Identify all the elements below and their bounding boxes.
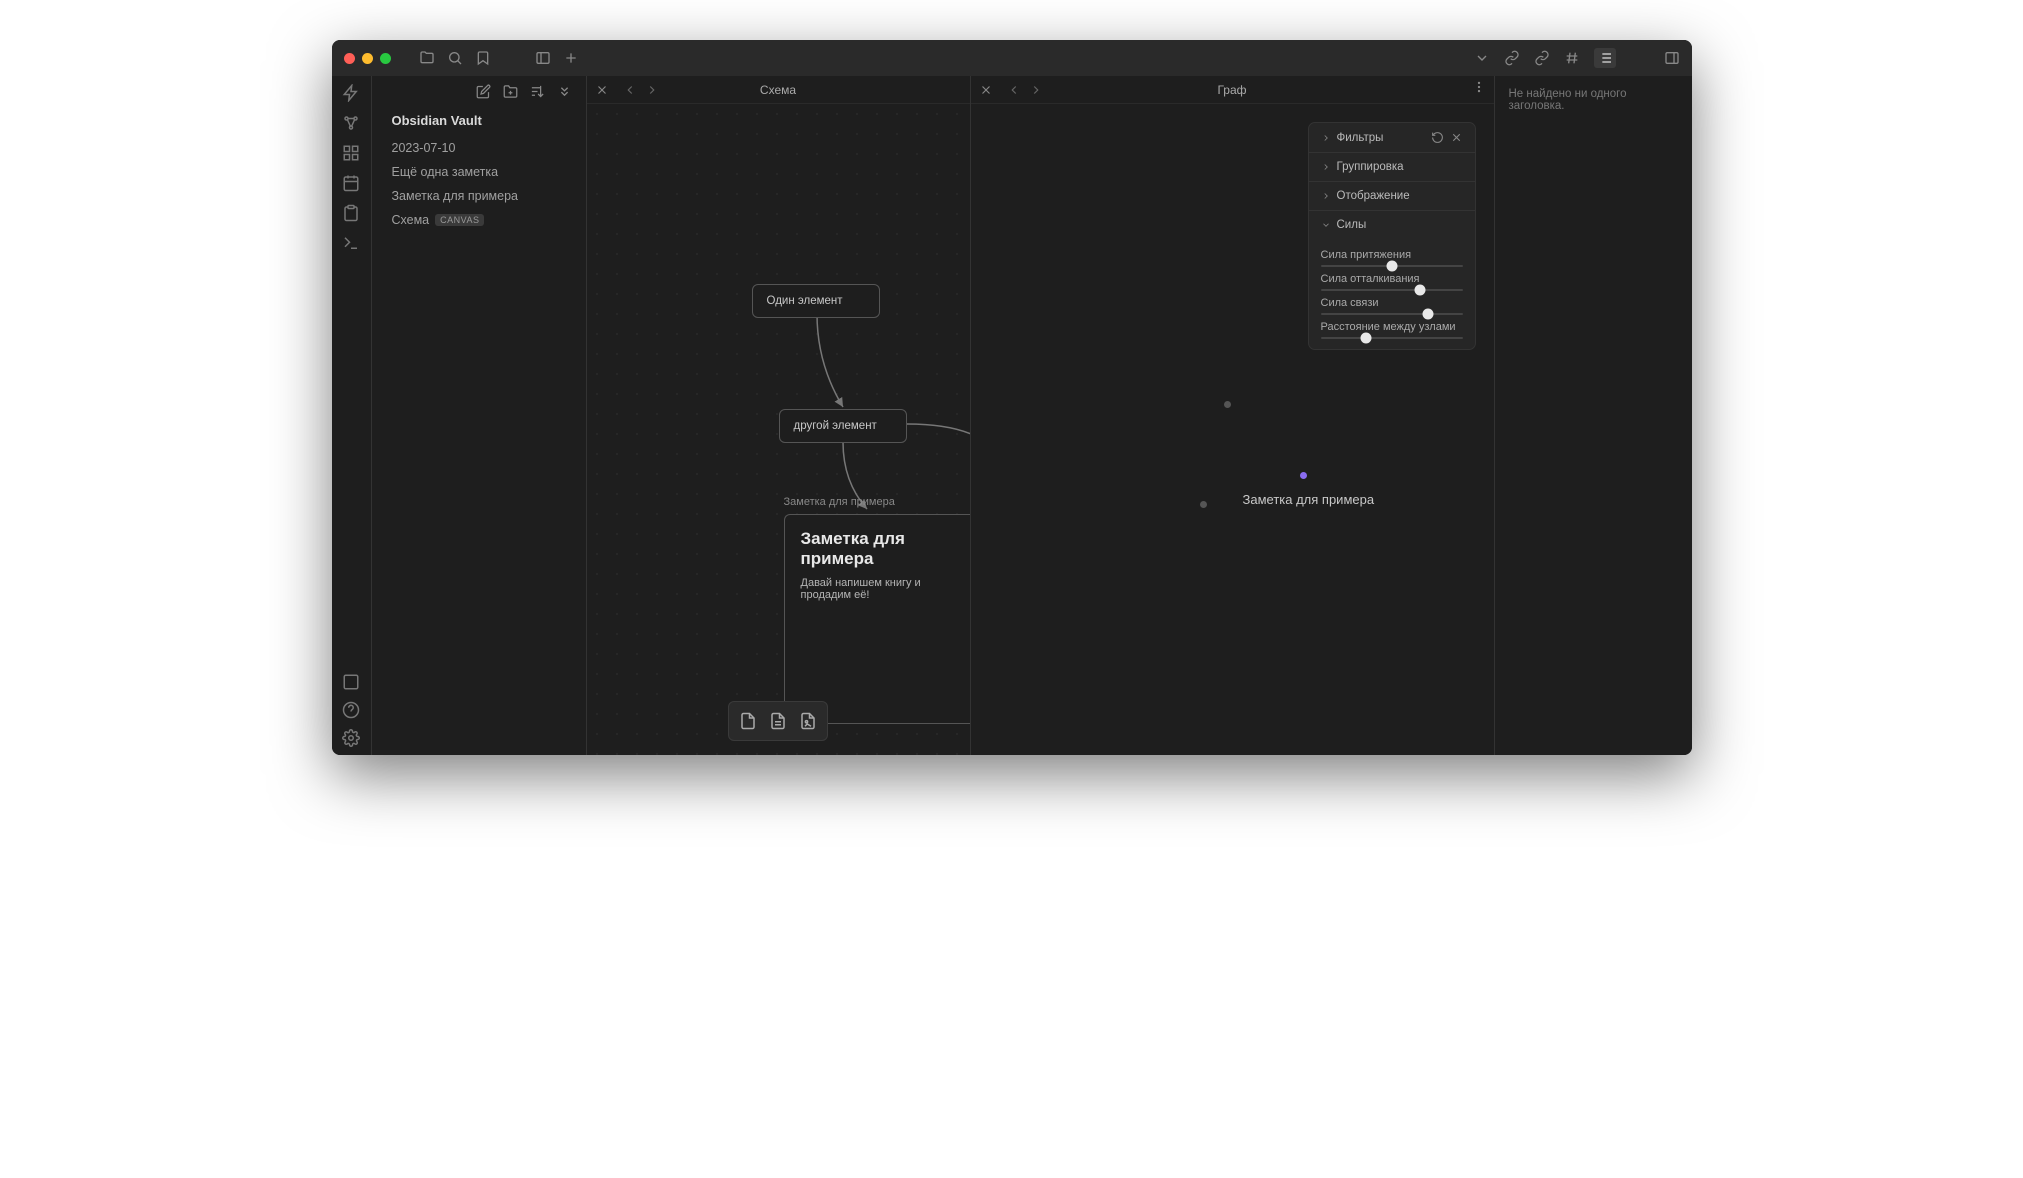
search-icon[interactable] xyxy=(447,50,463,66)
settings-display[interactable]: Отображение xyxy=(1309,182,1475,211)
ribbon xyxy=(332,76,372,755)
forces-body: Сила притяжения Сила отталкивания Сила с… xyxy=(1309,239,1475,349)
graph-node[interactable] xyxy=(1224,401,1231,408)
command-palette-icon[interactable] xyxy=(342,234,360,252)
graph-settings-panel: Фильтры Группировка Отобра xyxy=(1308,122,1476,350)
tab-header: Схема xyxy=(587,76,970,104)
canvas-node[interactable]: Один элемент xyxy=(752,284,880,318)
chevron-down-icon[interactable] xyxy=(1474,50,1490,66)
reset-icon[interactable] xyxy=(1431,131,1444,144)
new-folder-icon[interactable] xyxy=(503,84,518,99)
sidebar-toggle-icon[interactable] xyxy=(535,50,551,66)
vault-title[interactable]: Obsidian Vault xyxy=(372,109,586,132)
app-window: Obsidian Vault 2023-07-10 Ещё одна замет… xyxy=(332,40,1692,755)
graph-pane: Граф Граф Заметка для примера xyxy=(971,76,1494,755)
canvas-pane: Схема Схема Один элемент xyxy=(587,76,971,755)
new-note-icon[interactable] xyxy=(476,84,491,99)
daily-note-icon[interactable] xyxy=(342,174,360,192)
settings-icon[interactable] xyxy=(342,729,360,747)
vault-switcher-icon[interactable] xyxy=(419,50,435,66)
graph-view-icon[interactable] xyxy=(342,114,360,132)
slider-label: Расстояние между узлами xyxy=(1321,321,1463,333)
backlinks-icon[interactable] xyxy=(1504,50,1520,66)
close-settings-icon[interactable] xyxy=(1450,131,1463,144)
settings-filters[interactable]: Фильтры xyxy=(1309,123,1475,153)
main-area: Obsidian Vault 2023-07-10 Ещё одна замет… xyxy=(332,76,1692,755)
add-media-icon[interactable] xyxy=(795,708,821,734)
file-item[interactable]: СхемаCANVAS xyxy=(372,208,586,232)
new-tab-icon[interactable] xyxy=(563,50,579,66)
outgoing-links-icon[interactable] xyxy=(1534,50,1550,66)
repel-force-slider[interactable] xyxy=(1321,289,1463,291)
file-list: 2023-07-10 Ещё одна заметка Заметка для … xyxy=(372,132,586,236)
settings-forces[interactable]: Силы xyxy=(1309,211,1475,239)
graph-node-label: Заметка для примера xyxy=(1243,492,1375,507)
canvas-toolbar xyxy=(728,701,828,741)
canvas-badge: CANVAS xyxy=(435,214,484,226)
vault-icon[interactable] xyxy=(342,673,360,691)
canvas-area[interactable]: Один элемент другой элемент Заметка для … xyxy=(587,104,970,755)
canvas-card[interactable]: Заметка для примера Давай напишем книгу … xyxy=(784,514,970,724)
graph-node[interactable] xyxy=(1200,501,1207,508)
close-window-button[interactable] xyxy=(344,53,355,64)
templates-icon[interactable] xyxy=(342,204,360,222)
card-title: Заметка для примера xyxy=(801,529,954,569)
outline-empty-message: Не найдено ни одного заголовка. xyxy=(1509,88,1678,112)
right-sidebar-toggle-icon[interactable] xyxy=(1664,50,1680,66)
file-explorer: Obsidian Vault 2023-07-10 Ещё одна замет… xyxy=(372,76,587,755)
file-item[interactable]: 2023-07-10 xyxy=(372,136,586,160)
titlebar xyxy=(332,40,1692,76)
slider-label: Сила отталкивания xyxy=(1321,273,1463,285)
maximize-window-button[interactable] xyxy=(380,53,391,64)
minimize-window-button[interactable] xyxy=(362,53,373,64)
window-controls xyxy=(344,53,391,64)
nav-back-icon[interactable] xyxy=(623,83,637,97)
collapse-icon[interactable] xyxy=(557,84,572,99)
graph-node-active[interactable] xyxy=(1300,472,1307,479)
canvas-icon[interactable] xyxy=(342,144,360,162)
close-tab-icon[interactable] xyxy=(979,83,993,97)
add-text-icon[interactable] xyxy=(765,708,791,734)
bookmark-icon[interactable] xyxy=(475,50,491,66)
more-options-icon[interactable] xyxy=(1472,80,1486,99)
slider-label: Сила притяжения xyxy=(1321,249,1463,261)
center-force-slider[interactable] xyxy=(1321,265,1463,267)
card-header-label: Заметка для примера xyxy=(784,496,895,508)
link-distance-slider[interactable] xyxy=(1321,337,1463,339)
tab-title: Граф xyxy=(1217,83,1246,97)
close-tab-icon[interactable] xyxy=(595,83,609,97)
nav-forward-icon[interactable] xyxy=(1029,83,1043,97)
tab-title: Схема xyxy=(760,83,796,97)
canvas-node[interactable]: другой элемент xyxy=(779,409,907,443)
quick-switcher-icon[interactable] xyxy=(342,84,360,102)
nav-back-icon[interactable] xyxy=(1007,83,1021,97)
link-force-slider[interactable] xyxy=(1321,313,1463,315)
help-icon[interactable] xyxy=(342,701,360,719)
graph-area[interactable]: Заметка для примера Фильтры xyxy=(971,104,1494,755)
file-item[interactable]: Заметка для примера xyxy=(372,184,586,208)
sort-icon[interactable] xyxy=(530,84,545,99)
outline-icon[interactable] xyxy=(1594,48,1616,68)
card-body: Давай напишем книгу и продадим её! xyxy=(801,577,954,601)
settings-grouping[interactable]: Группировка xyxy=(1309,153,1475,182)
tab-header: Граф xyxy=(971,76,1494,104)
nav-forward-icon[interactable] xyxy=(645,83,659,97)
add-note-icon[interactable] xyxy=(735,708,761,734)
file-item[interactable]: Ещё одна заметка xyxy=(372,160,586,184)
outline-pane: Не найдено ни одного заголовка. xyxy=(1494,76,1692,755)
slider-label: Сила связи xyxy=(1321,297,1463,309)
tags-icon[interactable] xyxy=(1564,50,1580,66)
